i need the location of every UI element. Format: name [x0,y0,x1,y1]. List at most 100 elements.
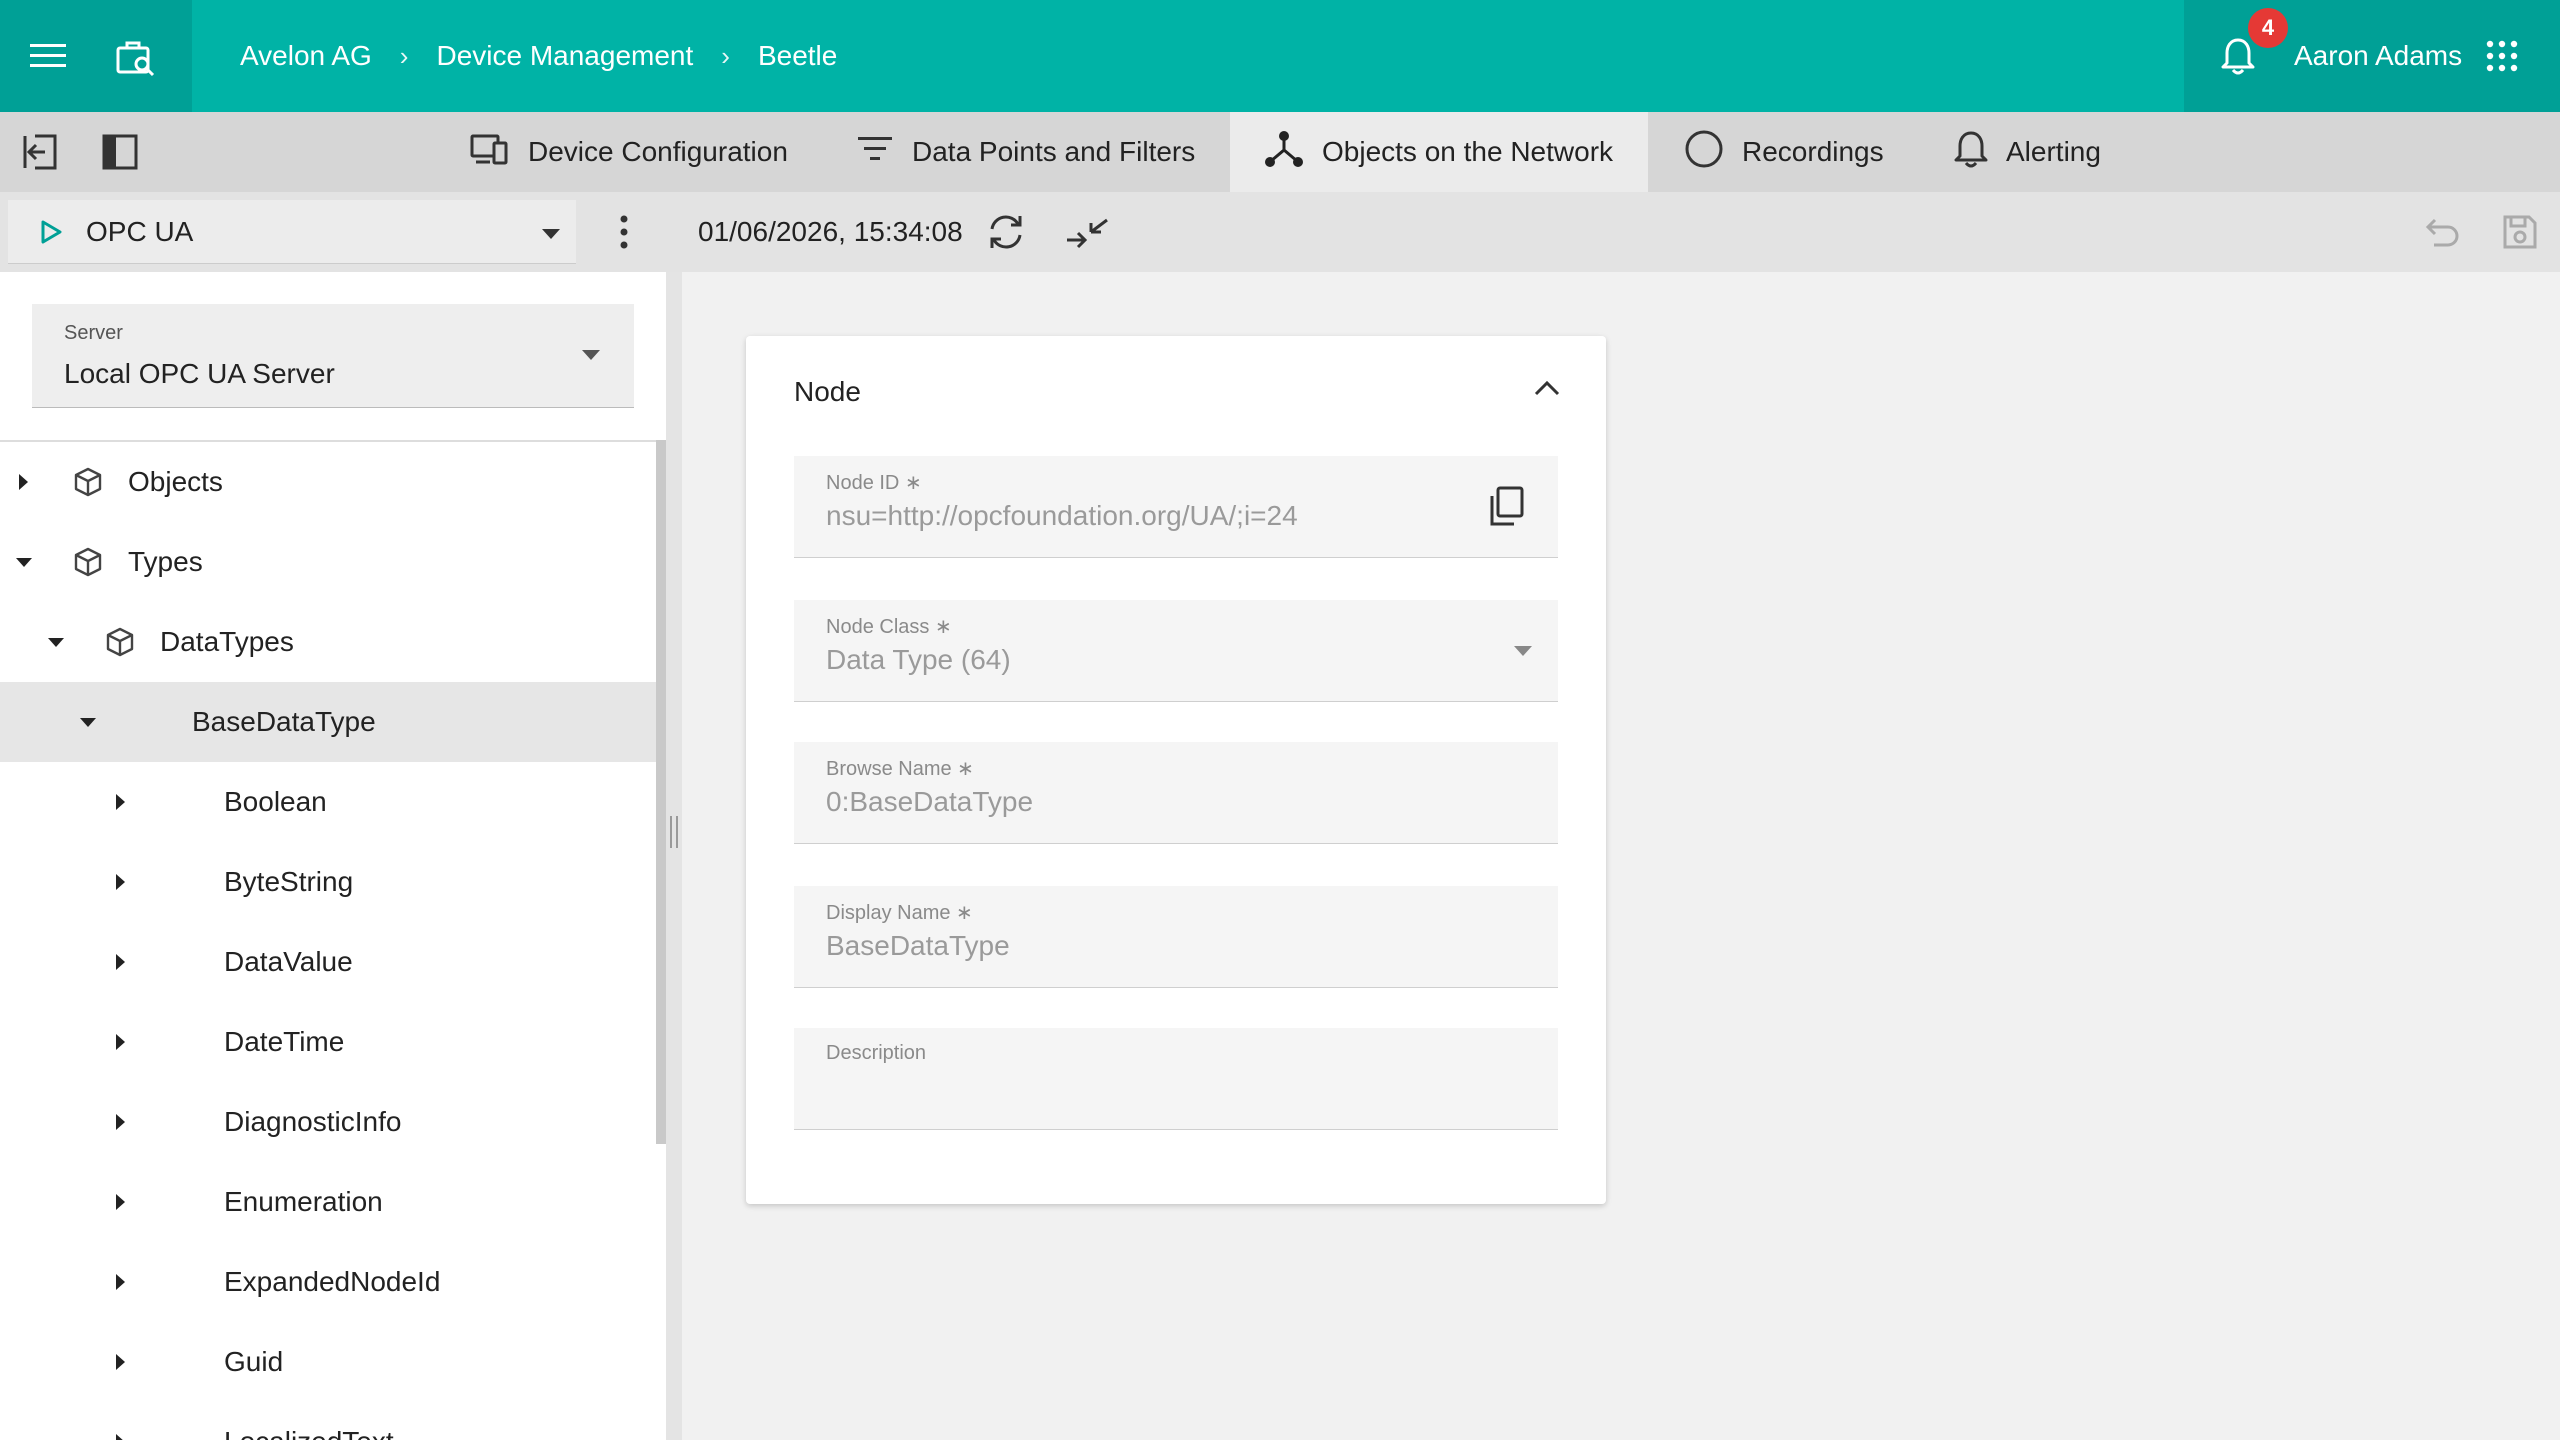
device-search-icon[interactable] [114,36,158,80]
app-grid-icon[interactable] [2484,38,2520,74]
cube-icon [72,546,104,585]
tree-item-bytestring[interactable]: ByteString [0,842,656,922]
tree-item-localizedtext[interactable]: LocalizedText [0,1402,656,1440]
collapse-caret-icon[interactable] [48,638,64,647]
expand-caret-icon[interactable] [116,1354,125,1370]
app-bar-left-icons [0,0,192,112]
node-card-title: Node [794,376,861,407]
browse-name-field[interactable]: Browse Name ∗ 0:BaseDataType [794,742,1558,844]
tree-item-label: Boolean [224,786,327,817]
circle-icon [1684,129,1742,176]
tree-item-label: Guid [224,1346,284,1377]
tree-item-expandednodeid[interactable]: ExpandedNodeId [0,1242,656,1322]
tree-item-label: BaseDataType [192,706,376,737]
server-select-label: Server [64,322,123,344]
collapse-caret-icon[interactable] [80,718,96,727]
tree-item-label: Types [128,546,203,577]
node-class-label: Node Class ∗ [826,616,952,638]
network-icon [1264,130,1322,175]
server-select[interactable]: Server Local OPC UA Server [32,304,634,408]
user-name[interactable]: Aaron Adams [2294,0,2462,112]
expand-caret-icon[interactable] [116,874,125,890]
expand-caret-icon[interactable] [19,474,28,490]
tab-alerting[interactable]: Alerting [1954,112,2101,192]
tree-item-label: DateTime [224,1026,345,1057]
breadcrumb-item-organization[interactable]: Avelon AG [240,40,372,72]
tab-label: Alerting [2006,136,2101,167]
tree-scrollbar[interactable] [656,440,666,1144]
expand-caret-icon[interactable] [116,954,125,970]
tree-item-label: ExpandedNodeId [224,1266,441,1297]
expand-caret-icon[interactable] [116,1434,125,1440]
expand-caret-icon[interactable] [116,794,125,810]
tree-item-boolean[interactable]: Boolean [0,762,656,842]
breadcrumb-item-device[interactable]: Beetle [758,40,837,72]
more-options-icon[interactable] [612,212,636,252]
protocol-select-value: OPC UA [86,215,194,247]
copy-icon[interactable] [1488,486,1524,531]
tab-recordings[interactable]: Recordings [1684,112,1884,192]
expand-caret-icon[interactable] [116,1114,125,1130]
toolbar: OPC UA 01/06/2026, 15:34:08 [0,192,2560,272]
browse-name-value: 0:BaseDataType [826,786,1034,817]
node-card: Node Node ID ∗ nsu=http://opcfoundation.… [746,336,1606,1204]
chevron-down-icon [582,350,600,360]
filter-icon [856,135,912,170]
undo-icon[interactable] [2422,212,2462,252]
tree-item-objects[interactable]: Objects [0,442,656,522]
protocol-select[interactable]: OPC UA [8,200,576,264]
tree-item-types[interactable]: Types [0,522,656,602]
drag-handle-icon [670,816,678,848]
tree-item-datetime[interactable]: DateTime [0,1002,656,1082]
description-label: Description [826,1042,927,1064]
bell-icon [1954,129,2006,176]
chevron-down-icon [542,229,560,239]
tree-item-label: ByteString [224,866,354,897]
node-class-value: Data Type (64) [826,644,1011,675]
breadcrumb-item-section[interactable]: Device Management [436,40,693,72]
node-class-field[interactable]: Node Class ∗ Data Type (64) [794,600,1558,702]
tree-item-label: Enumeration [224,1186,383,1217]
tab-bar: Device Configuration Data Points and Fil… [0,112,2560,192]
tab-device-configuration[interactable]: Device Configuration [470,112,788,192]
tree-item-basedatatype[interactable]: BaseDataType [0,682,656,762]
node-id-label: Node ID ∗ [826,472,922,494]
breadcrumb: Avelon AG › Device Management › Beetle [240,0,837,112]
toggle-sidebar-icon[interactable] [100,132,140,172]
refresh-icon[interactable] [984,212,1028,252]
cube-icon [104,626,136,665]
collapse-caret-icon[interactable] [16,558,32,567]
tab-objects-on-the-network[interactable]: Objects on the Network [1230,112,1648,192]
tab-data-points-and-filters[interactable]: Data Points and Filters [856,112,1195,192]
expand-caret-icon[interactable] [116,1194,125,1210]
tree-item-label: LocalizedText [224,1426,394,1440]
node-id-value: nsu=http://opcfoundation.org/UA/;i=24 [826,500,1298,531]
collapse-panel-icon[interactable] [20,132,60,172]
tree-item-datavalue[interactable]: DataValue [0,922,656,1002]
tree-item-enumeration[interactable]: Enumeration [0,1162,656,1242]
menu-icon[interactable] [28,36,68,76]
expand-caret-icon[interactable] [116,1274,125,1290]
tree-item-label: DataTypes [160,626,294,657]
tree-item-datatypes[interactable]: DataTypes [0,602,656,682]
last-refresh-timestamp: 01/06/2026, 15:34:08 [698,216,963,247]
display-name-label: Display Name ∗ [826,902,973,924]
tree-item-label: DataValue [224,946,353,977]
server-select-value: Local OPC UA Server [64,358,335,389]
display-name-field[interactable]: Display Name ∗ BaseDataType [794,886,1558,988]
breadcrumb-separator: › [721,40,730,71]
tree-item-guid[interactable]: Guid [0,1322,656,1402]
display-name-value: BaseDataType [826,930,1010,961]
description-field[interactable]: Description [794,1028,1558,1130]
top-app-bar: Avelon AG › Device Management › Beetle 4… [0,0,2560,112]
node-id-field[interactable]: Node ID ∗ nsu=http://opcfoundation.org/U… [794,456,1558,558]
tree-item-diagnosticinfo[interactable]: DiagnosticInfo [0,1082,656,1162]
sync-arrows-icon[interactable] [1064,212,1110,252]
collapse-chevron-up-icon[interactable] [1534,380,1560,401]
expand-caret-icon[interactable] [116,1034,125,1050]
panel-resize-handle[interactable] [666,272,682,1440]
save-icon[interactable] [2500,212,2540,252]
breadcrumb-separator: › [399,40,409,71]
object-tree-panel: Server Local OPC UA Server Objects Types… [0,272,680,1440]
tab-label: Device Configuration [528,136,788,167]
